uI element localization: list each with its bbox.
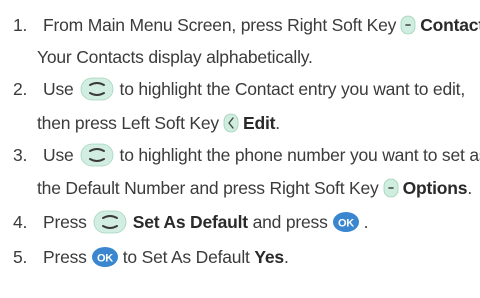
step-3-line-2: the Default Number and press Right Soft …: [0, 175, 472, 201]
step-text: to Set As Default: [122, 247, 250, 267]
step-number: 5.: [13, 247, 28, 267]
step-text: Use: [43, 145, 74, 165]
step-text: and press: [252, 212, 328, 232]
key-name-options: Options: [402, 178, 468, 198]
navigation-key-icon: [80, 143, 114, 167]
key-name-contacts: Contacts: [420, 15, 480, 35]
step-text: Press: [43, 247, 87, 267]
step-text: Your Contacts display alphabetically.: [37, 47, 313, 67]
navigation-key-icon: [80, 77, 114, 101]
ok-key-icon: [332, 211, 360, 233]
left-soft-key-icon: [223, 113, 239, 133]
step-text: Press: [43, 212, 87, 232]
step-1-line-1: 1. From Main Menu Screen, press Right So…: [0, 12, 480, 38]
step-5-line-1: 5. Press to Set As Default Yes .: [0, 244, 289, 270]
step-text: the Default Number and press Right Soft …: [37, 178, 379, 198]
step-text: From Main Menu Screen, press Right Soft …: [43, 15, 397, 35]
option-yes: Yes: [254, 247, 284, 267]
step-text: then press Left Soft Key: [37, 113, 219, 133]
option-set-as-default: Set As Default: [132, 212, 248, 232]
punctuation: .: [467, 178, 472, 198]
punctuation: .: [363, 212, 369, 232]
step-3-line-1: 3. Use to highlight the phone number you…: [0, 142, 480, 168]
punctuation: .: [283, 247, 289, 267]
ok-key-icon: [91, 246, 119, 268]
navigation-key-icon: [93, 210, 127, 234]
step-2-line-2: then press Left Soft Key Edit .: [0, 110, 280, 136]
step-1-line-2: Your Contacts display alphabetically.: [0, 44, 313, 70]
step-number: 3.: [13, 145, 28, 165]
step-4-line-1: 4. Press Set As Default and press .: [0, 209, 369, 235]
step-text: Use: [43, 79, 74, 99]
step-text: to highlight the Contact entry you want …: [119, 79, 466, 99]
key-name-edit: Edit: [242, 113, 276, 133]
step-text: to highlight the phone number you want t…: [119, 145, 480, 165]
step-number: 4.: [13, 212, 28, 232]
step-2-line-1: 2. Use to highlight the Contact entry yo…: [0, 76, 465, 102]
punctuation: .: [275, 113, 280, 133]
right-soft-key-icon: [383, 178, 399, 198]
step-number: 1.: [13, 15, 28, 35]
right-soft-key-icon: [400, 15, 416, 35]
step-number: 2.: [13, 79, 28, 99]
instructions-page: 1. From Main Menu Screen, press Right So…: [0, 0, 480, 298]
